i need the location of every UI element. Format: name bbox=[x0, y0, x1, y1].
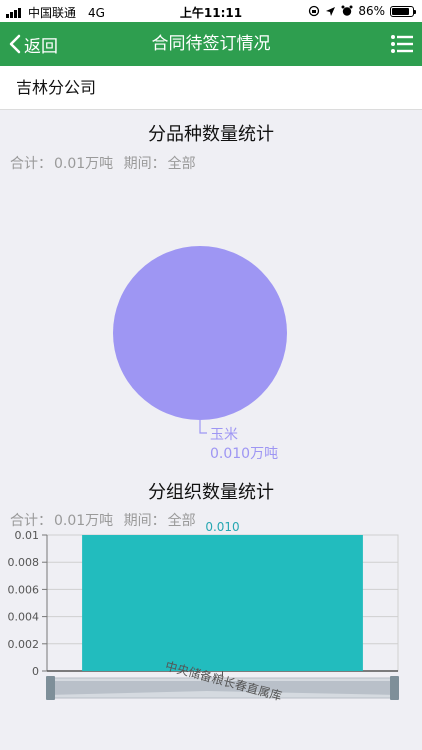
org-section-title: 分组织数量统计 bbox=[148, 482, 274, 503]
org-bar-chart: 00.0020.0040.0060.0080.010.010中央储备粮长春直属库 bbox=[8, 520, 399, 703]
variety-summary: 合计： 0.01万吨 期间： 全部 bbox=[10, 153, 198, 173]
pie-label-line bbox=[199, 420, 207, 434]
y-tick-label: 0.002 bbox=[8, 638, 40, 651]
pie-slice bbox=[113, 246, 287, 420]
pie-label-value: 0.010万吨 bbox=[210, 446, 278, 462]
status-bar: 中国联通 4G 上午11:11 86% bbox=[0, 0, 422, 22]
y-tick-label: 0.006 bbox=[8, 583, 40, 596]
variety-period-value: 全部 bbox=[167, 156, 196, 172]
variety-period-label: 期间： bbox=[123, 156, 166, 172]
zoom-slider-left-handle[interactable] bbox=[46, 676, 55, 700]
variety-total-label: 合计： bbox=[10, 156, 52, 172]
company-selector[interactable]: 吉林分公司 bbox=[0, 66, 422, 110]
screen-lock-icon bbox=[309, 5, 320, 17]
location-arrow-icon bbox=[326, 6, 336, 16]
bar-data-label: 0.010 bbox=[205, 520, 239, 534]
y-tick-label: 0.01 bbox=[15, 529, 40, 542]
company-name: 吉林分公司 bbox=[16, 78, 97, 97]
battery-icon bbox=[390, 5, 416, 17]
variety-section-title: 分品种数量统计 bbox=[148, 124, 274, 145]
alarm-icon bbox=[341, 5, 353, 16]
pie-label-name: 玉米 bbox=[210, 427, 238, 443]
battery-percent: 86% bbox=[358, 4, 385, 18]
y-tick-label: 0.008 bbox=[8, 556, 40, 569]
bar bbox=[82, 535, 363, 671]
zoom-slider-right-handle[interactable] bbox=[390, 676, 399, 700]
status-right: 86% bbox=[308, 4, 416, 18]
list-menu-icon[interactable] bbox=[390, 32, 414, 56]
page-title: 合同待签订情况 bbox=[151, 34, 271, 54]
y-tick-label: 0.004 bbox=[8, 611, 40, 624]
nav-bar: 返回 合同待签订情况 bbox=[0, 22, 422, 66]
variety-total-value: 0.01万吨 bbox=[54, 156, 114, 172]
y-tick-label: 0 bbox=[32, 665, 39, 678]
variety-pie-chart: 玉米 0.010万吨 bbox=[113, 246, 287, 462]
battery-level-fill bbox=[392, 7, 410, 15]
